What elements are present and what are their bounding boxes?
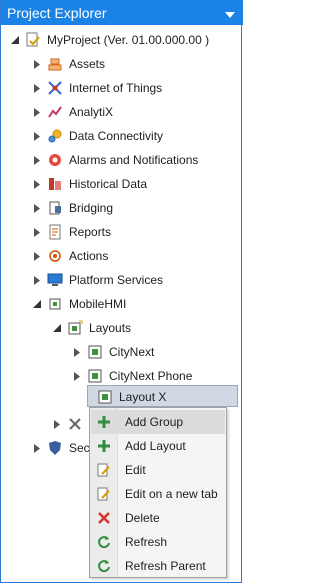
- menu-item-edit[interactable]: Edit: [91, 458, 225, 482]
- menu-item-label: Refresh Parent: [125, 559, 206, 573]
- tree-node-label: CityNext: [109, 345, 155, 359]
- tree-node-label: Platform Services: [69, 273, 164, 287]
- layout-icon: [87, 368, 103, 384]
- menu-item-delete[interactable]: Delete: [91, 506, 225, 530]
- panel-titlebar[interactable]: Project Explorer: [1, 0, 243, 25]
- tree-node-layout-x[interactable]: Layout X: [81, 385, 166, 409]
- collapsed-arrow-icon[interactable]: [31, 251, 43, 261]
- platform-services-icon: [47, 272, 63, 288]
- tree-node-internet-of-things[interactable]: Internet of Things: [31, 76, 162, 100]
- collapsed-arrow-icon[interactable]: [31, 443, 43, 453]
- assets-icon: [47, 56, 63, 72]
- collapsed-arrow-icon[interactable]: [31, 227, 43, 237]
- tree-node-citynext[interactable]: CityNext: [71, 340, 154, 364]
- menu-item-label: Refresh: [125, 535, 168, 549]
- menu-item-refresh-parent[interactable]: Refresh Parent: [91, 554, 225, 578]
- tree-node-label: Alarms and Notifications: [69, 153, 199, 167]
- project-icon: [25, 32, 41, 48]
- collapsed-arrow-icon[interactable]: [31, 107, 43, 117]
- collapsed-arrow-icon[interactable]: [31, 155, 43, 165]
- context-menu: Add Group Add Layout Edit Edit on a new …: [89, 407, 227, 578]
- collapsed-arrow-icon[interactable]: [31, 83, 43, 93]
- project-explorer-panel: Project Explorer MyProject (Ver. 01.00.0…: [0, 0, 243, 583]
- actions-icon: [47, 248, 63, 264]
- tree-node-layouts[interactable]: Layouts: [51, 316, 131, 340]
- menu-item-refresh[interactable]: Refresh: [91, 530, 225, 554]
- tree-node-label: CityNext Phone: [109, 369, 193, 383]
- menu-item-add-layout[interactable]: Add Layout: [91, 434, 225, 458]
- collapsed-arrow-icon[interactable]: [51, 419, 63, 429]
- layouts-icon: [67, 320, 83, 336]
- tree-node-data-connectivity[interactable]: Data Connectivity: [31, 124, 163, 148]
- tree-node-label: MobileHMI: [69, 297, 127, 311]
- menu-item-add-group[interactable]: Add Group: [91, 410, 225, 434]
- tree-node-label: Historical Data: [69, 177, 148, 191]
- tree-node-label: AnalytiX: [69, 105, 114, 119]
- expanded-arrow-icon[interactable]: [9, 36, 21, 44]
- tools-icon: [67, 416, 83, 432]
- collapsed-arrow-icon[interactable]: [31, 59, 43, 69]
- analytix-icon: [47, 104, 63, 120]
- collapsed-arrow-icon[interactable]: [71, 371, 83, 381]
- expanded-arrow-icon[interactable]: [31, 300, 43, 308]
- tree-node-label: Bridging: [69, 201, 114, 215]
- tree-node-alarms[interactable]: Alarms and Notifications: [31, 148, 198, 172]
- historical-data-icon: [47, 176, 63, 192]
- tree-node-label: Assets: [69, 57, 106, 71]
- layout-icon: [97, 389, 113, 405]
- tree-node-label: Reports: [69, 225, 112, 239]
- menu-item-edit-new-tab[interactable]: Edit on a new tab: [91, 482, 225, 506]
- tree-node-actions[interactable]: Actions: [31, 244, 108, 268]
- layout-icon: [87, 344, 103, 360]
- menu-item-label: Edit: [125, 463, 146, 477]
- tree-node-bridging[interactable]: Bridging: [31, 196, 113, 220]
- tree-node-label: MyProject (Ver. 01.00.000.00 ): [47, 33, 210, 47]
- tree-node-platform-services[interactable]: Platform Services: [31, 268, 163, 292]
- collapsed-arrow-icon[interactable]: [71, 347, 83, 357]
- collapsed-arrow-icon[interactable]: [31, 203, 43, 213]
- delete-icon: [91, 511, 117, 525]
- tree-node-mobilehmi[interactable]: MobileHMI: [31, 292, 126, 316]
- iot-icon: [47, 80, 63, 96]
- security-icon: [47, 440, 63, 456]
- tree-node-analytix[interactable]: AnalytiX: [31, 100, 113, 124]
- tree-node-label: Layout X: [119, 390, 167, 404]
- panel-title: Project Explorer: [7, 4, 107, 21]
- collapsed-arrow-icon[interactable]: [31, 179, 43, 189]
- refresh-icon: [91, 535, 117, 549]
- collapsed-arrow-icon[interactable]: [31, 131, 43, 141]
- menu-item-label: Edit on a new tab: [125, 487, 218, 501]
- refresh-icon: [91, 559, 117, 573]
- chevron-down-icon[interactable]: [225, 6, 235, 20]
- tree-node-label: Data Connectivity: [69, 129, 164, 143]
- tree-node-assets[interactable]: Assets: [31, 52, 105, 76]
- collapsed-arrow-icon[interactable]: [31, 275, 43, 285]
- edit-icon: [91, 463, 117, 477]
- tree-node-label: Internet of Things: [69, 81, 163, 95]
- expanded-arrow-icon[interactable]: [51, 324, 63, 332]
- tree-node-label: Layouts: [89, 321, 132, 335]
- tree-node-reports[interactable]: Reports: [31, 220, 111, 244]
- tree-node-security[interactable]: Sec: [31, 436, 90, 460]
- add-icon: [91, 415, 117, 429]
- menu-item-label: Add Layout: [125, 439, 186, 453]
- menu-item-label: Add Group: [125, 415, 184, 429]
- tree-node-root[interactable]: MyProject (Ver. 01.00.000.00 ): [9, 28, 209, 52]
- menu-item-label: Delete: [125, 511, 160, 525]
- tree-node-label: Sec: [69, 441, 90, 455]
- data-connectivity-icon: [47, 128, 63, 144]
- mobilehmi-icon: [47, 296, 63, 312]
- tree-node-hidden-tools[interactable]: [51, 412, 89, 436]
- alarms-icon: [47, 152, 63, 168]
- reports-icon: [47, 224, 63, 240]
- add-icon: [91, 439, 117, 453]
- tree-node-label: Actions: [69, 249, 109, 263]
- bridging-icon: [47, 200, 63, 216]
- tree-node-historical-data[interactable]: Historical Data: [31, 172, 147, 196]
- edit-new-tab-icon: [91, 487, 117, 501]
